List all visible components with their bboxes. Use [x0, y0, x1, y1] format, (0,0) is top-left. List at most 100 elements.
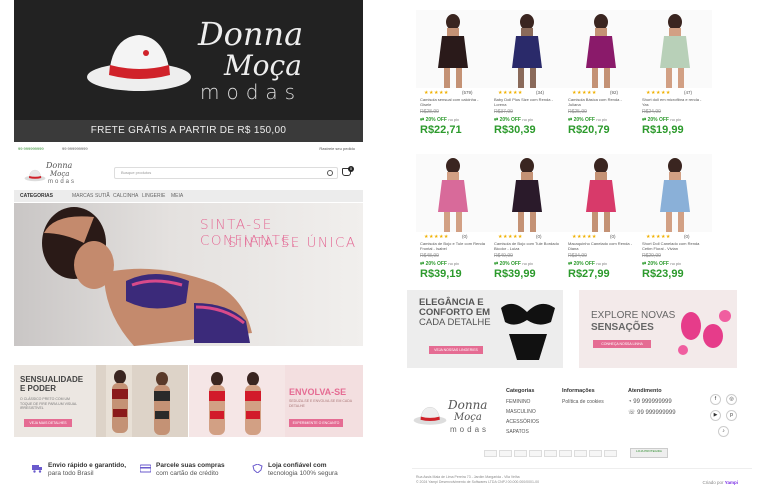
discount-label: ⇄ 20% OFF no pix [568, 117, 608, 123]
nav-item-calcinha[interactable]: CALCINHA [113, 193, 138, 199]
nav-item-sutia[interactable]: SUTIÃ [95, 193, 110, 199]
banner-elegancia[interactable]: ELEGÂNCIA E CONFORTO EM CADA DETALHE VEJA… [407, 290, 563, 368]
product-name[interactable]: Macaquinho Canelado com Renda - Diana [568, 241, 634, 251]
nav-item-marcas[interactable]: MARCAS [72, 193, 93, 199]
know-our-line-button[interactable]: CONHEÇA NOSSA LINHA [593, 340, 651, 348]
review-count: (47) [684, 90, 693, 95]
product-name[interactable]: Baby Doll Plus Size com Renda - Lorena [494, 97, 560, 107]
product-name[interactable]: Short doll em microfibra e renda - Yas [642, 97, 708, 107]
footer-whatsapp[interactable]: ◔ 99 999999999 [628, 399, 676, 405]
product-image[interactable] [564, 10, 638, 88]
contact-bar: 99 999999999 99 999999999 Rastreie seu p… [14, 142, 363, 154]
footer-link-masculino[interactable]: MASCULINO [506, 409, 539, 415]
footer-legal: Rua Assis Maia de Lima Pereira 73 - Jard… [416, 475, 616, 484]
rating-stars: ★★★★★ [498, 234, 523, 240]
logo-line3: modas [48, 179, 77, 185]
footer-link-cookies[interactable]: Política de cookies [562, 399, 604, 405]
youtube-icon[interactable]: ▶ [710, 410, 721, 421]
product-price: R$39,99 [494, 268, 536, 280]
promo-details-button[interactable]: VEJA MAIS DETALHES [24, 419, 72, 427]
secure-store-badge: LOJA PROTEGIDA [630, 448, 668, 458]
footer-phone[interactable]: ☏ 99 999999999 [628, 409, 676, 416]
product-name[interactable]: Camisola de Bojo e Tule com Renda Fronta… [420, 241, 486, 251]
footer-info: Informações Política de cookies [562, 388, 604, 409]
promo-title-2: ENVOLVA-SE [289, 387, 347, 397]
discount-label: ⇄ 20% OFF no pix [420, 261, 460, 267]
banner-explore-subtitle: SENSAÇÕES [591, 322, 654, 333]
see-lingeries-button[interactable]: VEJA NOSSAS LINGERIES [429, 346, 483, 354]
rating-stars: ★★★★★ [424, 234, 449, 240]
yampi-logo: Yampi [724, 480, 738, 485]
product-price: R$30,39 [494, 124, 536, 136]
product-name[interactable]: Camisola Básica com Renda - Juliana [568, 97, 634, 107]
footer-logo[interactable]: Donna Moça modas [412, 394, 492, 434]
footer-brand-1: Donna [448, 398, 488, 412]
product-name[interactable]: Short Doll Canelado com Renda Cetim Flor… [642, 241, 708, 251]
banner-elegancia-subtitle: CADA DETALHE [419, 317, 491, 328]
truck-icon [32, 465, 42, 473]
feature-shipping: Envio rápido e garantido, para todo Brasi… [48, 462, 127, 477]
product-image[interactable] [638, 154, 712, 232]
amex-icon [514, 450, 527, 457]
facebook-icon[interactable]: f [710, 394, 721, 405]
pinterest-icon[interactable]: p [726, 410, 737, 421]
footer-link-sapatos[interactable]: SAPATOS [506, 429, 539, 435]
site-logo[interactable]: Donna Moça modas [24, 160, 84, 188]
boleto-icon [604, 450, 617, 457]
brand-name-line3: modas [200, 80, 303, 104]
credit-card-icon [140, 464, 151, 473]
product-image[interactable] [564, 154, 638, 232]
promo-title-1: SENSUALIDADE E PODER [20, 375, 84, 393]
old-price: R$28,99 [420, 109, 439, 115]
discount-label: ⇄ 20% OFF no pix [494, 261, 534, 267]
product-name[interactable]: Camisola de Bojo com Tule Bordado Bicolo… [494, 241, 560, 251]
footer-link-acessorios[interactable]: ACESSÓRIOS [506, 419, 539, 425]
feature-installments: Parcele suas compras com cartão de crédit… [156, 462, 225, 477]
footer-link-feminino[interactable]: FEMININO [506, 399, 539, 405]
promo-experiment-button[interactable]: EXPERIMENTE O ENCANTO [289, 419, 343, 427]
promo-models-image [96, 365, 188, 437]
footer-categories: Categorias FEMININO MASCULINO ACESSÓRIOS… [506, 388, 539, 439]
nav-item-meia[interactable]: MEIA [171, 193, 183, 199]
whatsapp-number[interactable]: 99 999999999 [18, 146, 44, 151]
hat-logo-icon [413, 406, 447, 425]
product-image[interactable] [490, 10, 564, 88]
tiktok-icon[interactable]: ♪ [718, 426, 729, 437]
brand-name-line1: Donna [198, 15, 304, 53]
old-price: R$29,99 [642, 253, 661, 259]
search-icon[interactable] [327, 170, 333, 176]
hero-headline-2: SINTA-SE ÚNICA [228, 235, 357, 251]
review-count: (92) [610, 90, 619, 95]
platform-credit[interactable]: Criado por Yampi [702, 480, 738, 485]
product-image[interactable] [638, 10, 712, 88]
social-links: f ◎ ▶ p ♪ [708, 386, 746, 437]
product-image[interactable] [416, 154, 490, 232]
promo-banner-sensualidade[interactable]: SENSUALIDADE E PODER O CLÁSSICO PRETO COM… [14, 365, 188, 437]
review-count: (0) [536, 234, 542, 239]
rating-stars: ★★★★★ [424, 90, 449, 96]
review-count: (0) [462, 234, 468, 239]
nav-categories[interactable]: CATEGORIAS [20, 193, 53, 199]
discover-icon [574, 450, 587, 457]
brand-banner: Donna Moça modas [14, 0, 363, 120]
footer-brand-2: Moça [454, 412, 482, 423]
product-price: R$22,71 [420, 124, 462, 136]
product-image[interactable] [490, 154, 564, 232]
rating-stars: ★★★★★ [646, 90, 671, 96]
logo-line2: Moça [50, 170, 70, 178]
nav-item-lingerie[interactable]: LINGERIE [142, 193, 165, 199]
promo-banner-envolva[interactable]: ENVOLVA-SE SEDUZA-SE E ENVOLVA-SE EM CAD… [189, 365, 363, 437]
search-input[interactable]: Busque produtos [114, 167, 338, 179]
track-order-link[interactable]: Rastreie seu pedido [319, 146, 355, 151]
hero-banner[interactable]: SINTA-SE CONFIANTE, SINTA-SE ÚNICA [14, 203, 363, 346]
phone-number[interactable]: 99 999999999 [62, 146, 88, 151]
old-price: R$34,99 [568, 253, 587, 259]
product-name[interactable]: Camisola sensual com calcinha - Gisele [420, 97, 486, 107]
old-price: R$48,99 [420, 253, 439, 259]
footer-service: Atendimento ◔ 99 999999999 ☏ 99 99999999… [628, 388, 676, 420]
product-image[interactable] [416, 10, 490, 88]
banner-explore[interactable]: EXPLORE NOVAS SENSAÇÕES CONHEÇA NOSSA LI… [579, 290, 737, 368]
rating-stars: ★★★★★ [498, 90, 523, 96]
promo-models-image [189, 365, 285, 437]
instagram-icon[interactable]: ◎ [726, 394, 737, 405]
